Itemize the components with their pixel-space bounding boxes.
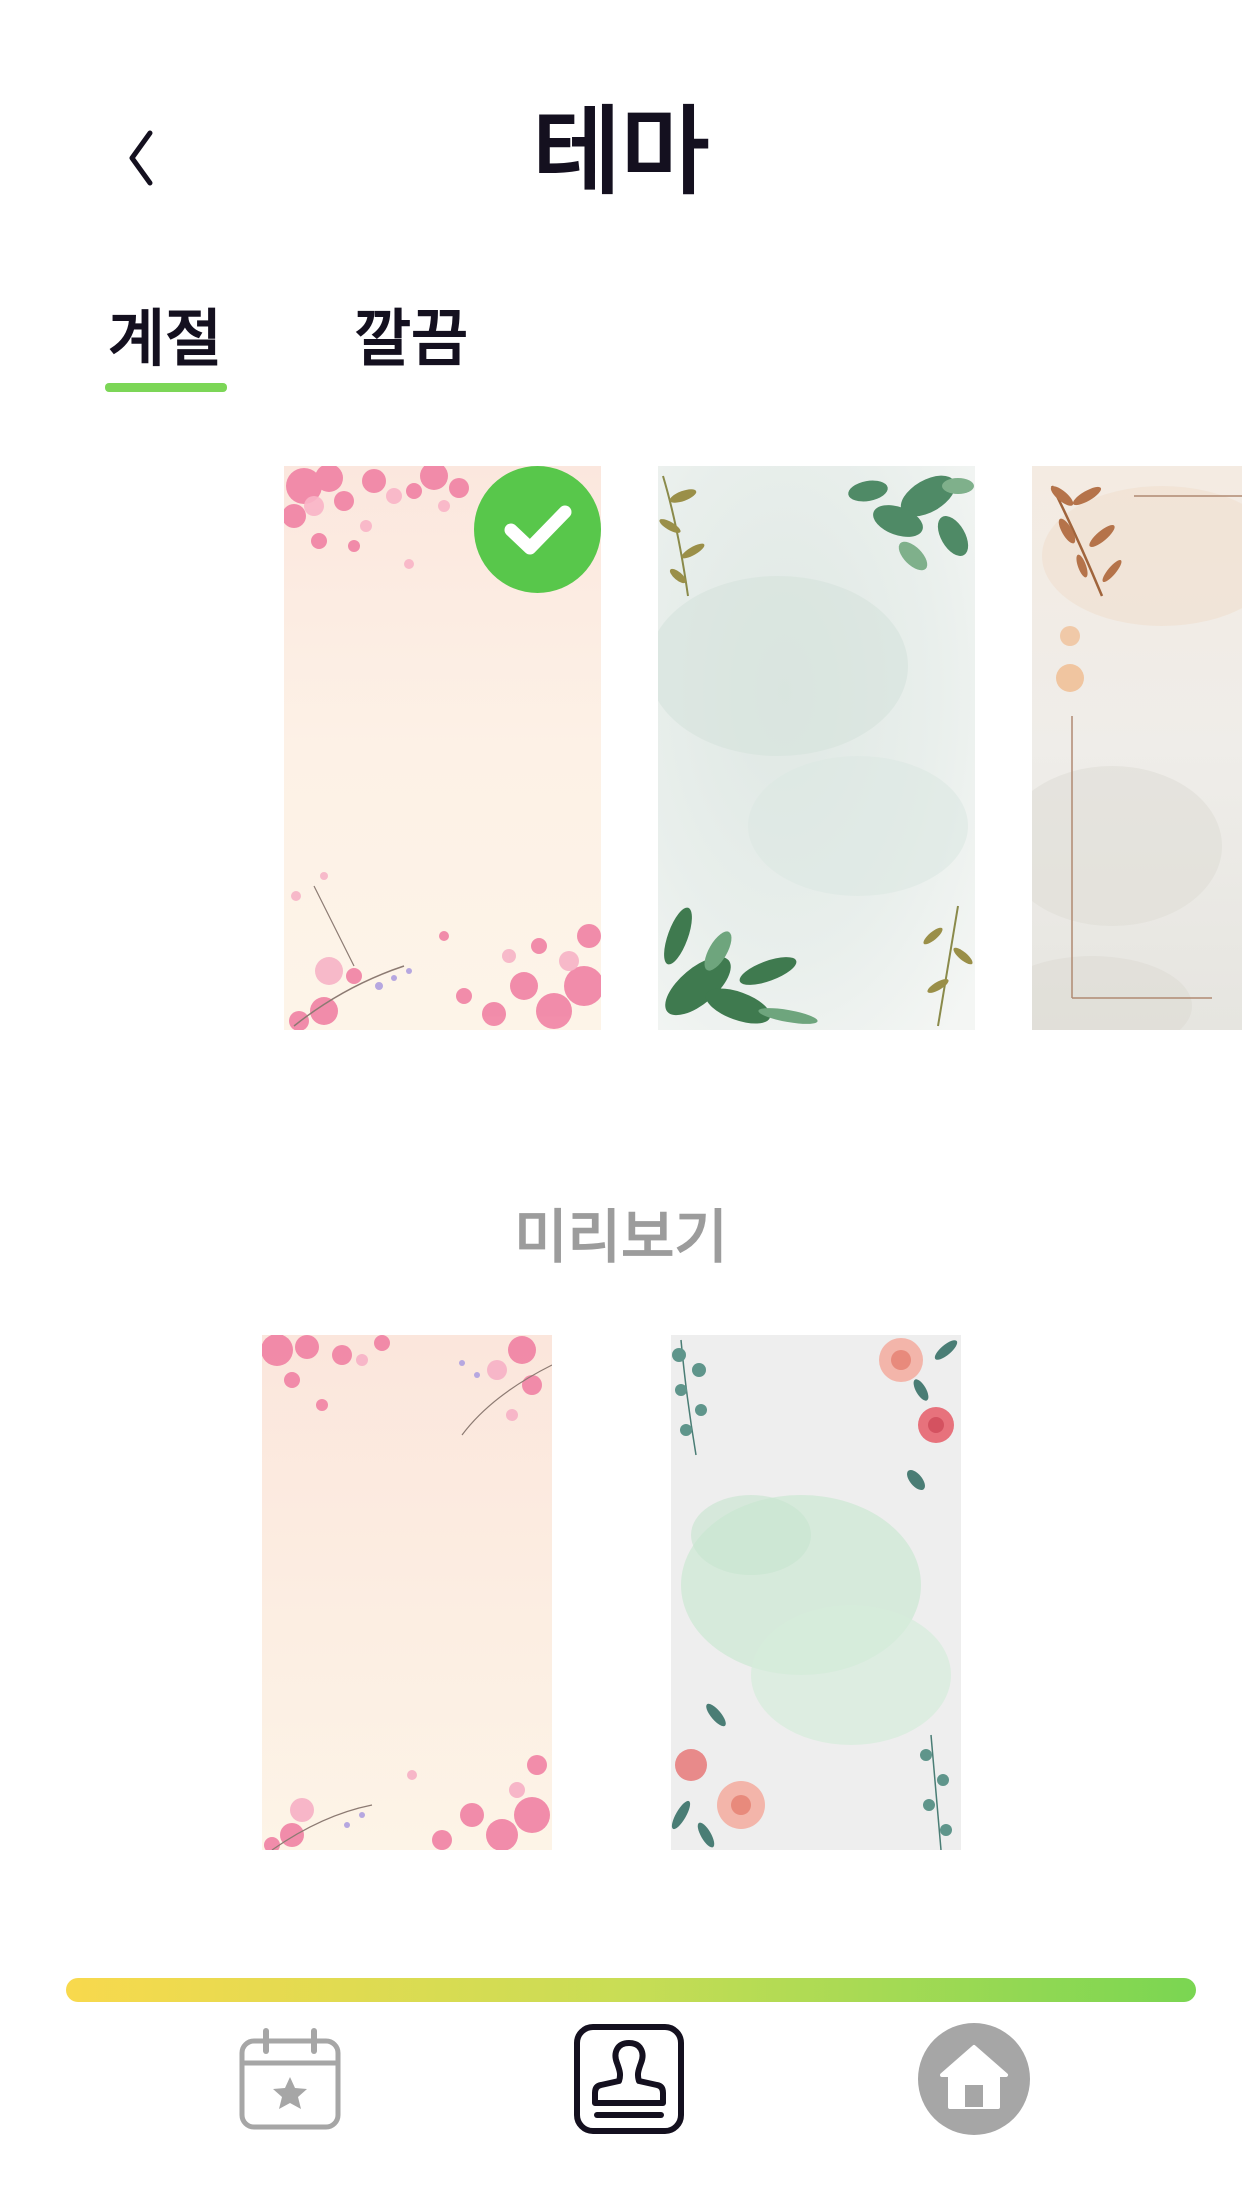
calendar-star-icon bbox=[238, 2027, 342, 2135]
tab-active-indicator bbox=[105, 383, 227, 392]
theme-card-autumn-frame[interactable] bbox=[1032, 466, 1242, 1030]
nav-theme-button[interactable] bbox=[573, 2023, 685, 2139]
selected-check-icon bbox=[474, 466, 601, 593]
tab-clean[interactable]: 깔끔 bbox=[354, 308, 468, 370]
preview-image-pink-floral bbox=[671, 1335, 961, 1850]
tab-season[interactable]: 계절 bbox=[108, 308, 222, 370]
theme-card-eucalyptus[interactable] bbox=[658, 466, 975, 1030]
home-icon bbox=[918, 2023, 1030, 2139]
nav-gradient-bar bbox=[66, 1978, 1196, 2002]
preview-image-cherry-blossom bbox=[262, 1335, 552, 1850]
nav-home-button[interactable] bbox=[918, 2023, 1030, 2139]
nav-calendar-button[interactable] bbox=[234, 2025, 346, 2137]
preview-label: 미리보기 bbox=[514, 1203, 728, 1271]
page-title: 테마 bbox=[532, 96, 710, 208]
stamp-icon bbox=[573, 2023, 685, 2139]
